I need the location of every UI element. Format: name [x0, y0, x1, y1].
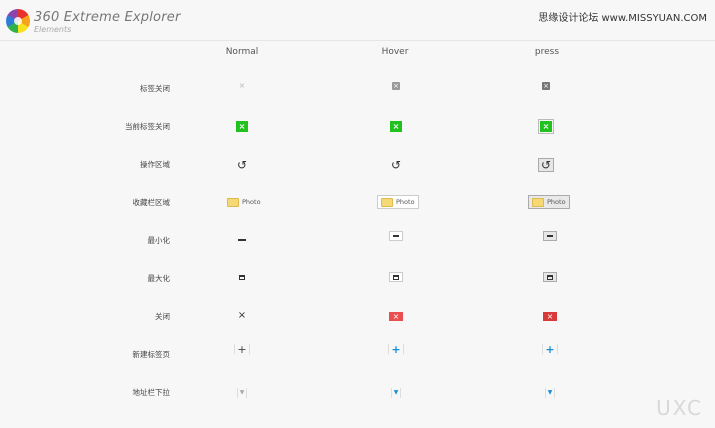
operation-hover[interactable]: ↺	[384, 156, 408, 174]
tab-close-press[interactable]: ×	[534, 77, 558, 95]
close-icon: ×	[390, 120, 402, 132]
minimize-icon	[389, 231, 403, 241]
favorite-item-normal[interactable]: Photo	[224, 196, 264, 208]
row-label-current-tab-close: 当前标签关闭	[125, 122, 170, 131]
folder-icon	[227, 197, 239, 207]
row-label-maximize: 最大化	[147, 274, 171, 283]
maximize-icon	[389, 272, 403, 282]
plus-icon: +	[391, 342, 401, 356]
header: 360 Extreme Explorer Elements 思缘设计论坛 www…	[0, 0, 715, 40]
maximize-press[interactable]	[538, 268, 562, 286]
address-dropdown-hover[interactable]: ▼	[384, 384, 408, 402]
address-dropdown-press[interactable]: ▼	[538, 384, 562, 402]
plus-icon: +	[545, 342, 555, 356]
undo-icon: ↺	[537, 158, 555, 172]
current-tab-close-press[interactable]: ×	[534, 117, 558, 135]
folder-icon	[532, 197, 544, 207]
row-label-close: 关闭	[155, 312, 170, 321]
close-icon: ×	[543, 311, 557, 321]
column-header-hover: Hover	[381, 47, 409, 57]
app-subtitle: Elements	[34, 25, 72, 34]
minimize-normal[interactable]	[230, 231, 254, 249]
tab-close-normal[interactable]: ×	[230, 77, 254, 95]
maximize-normal[interactable]	[230, 268, 254, 286]
row-label-favorites-area: 收藏栏区域	[132, 198, 171, 207]
current-tab-close-normal[interactable]: ×	[230, 117, 254, 135]
maximize-hover[interactable]	[384, 268, 408, 286]
chevron-down-icon: ▼	[547, 389, 553, 396]
maximize-icon	[543, 272, 557, 282]
folder-icon	[381, 197, 393, 207]
operation-normal[interactable]: ↺	[230, 156, 254, 174]
close-icon: ×	[392, 82, 400, 90]
address-dropdown-normal[interactable]: ▼	[230, 384, 254, 402]
maximize-icon	[239, 274, 245, 280]
row-label-operation-area: 操作区域	[140, 160, 170, 169]
favorite-label: Photo	[547, 198, 566, 206]
close-press[interactable]: ×	[538, 307, 562, 325]
new-tab-press[interactable]: +	[538, 340, 562, 358]
divider	[0, 40, 715, 41]
new-tab-hover[interactable]: +	[384, 340, 408, 358]
360-logo-icon	[6, 9, 30, 33]
close-icon: ×	[237, 310, 247, 321]
row-label-new-tab: 新建标签页	[132, 350, 171, 359]
close-icon: ×	[236, 120, 248, 132]
close-icon: ×	[538, 118, 554, 134]
close-normal[interactable]: ×	[230, 307, 254, 325]
watermark: UXC	[656, 396, 703, 420]
chevron-down-icon: ▼	[393, 389, 399, 396]
minimize-press[interactable]	[538, 227, 562, 245]
site-credit: 思缘设计论坛 www.MISSYUAN.COM	[538, 13, 707, 24]
undo-icon: ↺	[390, 158, 402, 172]
minimize-icon	[238, 239, 246, 241]
close-icon: ×	[238, 81, 246, 90]
column-header-press: press	[534, 47, 560, 57]
row-label-tab-close: 标签关闭	[140, 84, 170, 93]
favorite-label: Photo	[242, 198, 261, 206]
operation-press[interactable]: ↺	[534, 156, 558, 174]
minimize-hover[interactable]	[384, 227, 408, 245]
tab-close-hover[interactable]: ×	[384, 77, 408, 95]
column-header-normal: Normal	[225, 47, 259, 57]
current-tab-close-hover[interactable]: ×	[384, 117, 408, 135]
undo-icon: ↺	[236, 158, 248, 172]
close-icon: ×	[389, 311, 403, 321]
minimize-icon	[543, 231, 557, 241]
chevron-down-icon: ▼	[239, 389, 245, 396]
row-label-minimize: 最小化	[147, 236, 171, 245]
favorite-label: Photo	[396, 198, 415, 206]
close-hover[interactable]: ×	[384, 307, 408, 325]
favorite-item-hover[interactable]: Photo	[377, 195, 419, 209]
app-title: 360 Extreme Explorer	[34, 10, 181, 25]
new-tab-normal[interactable]: +	[230, 340, 254, 358]
favorite-item-press[interactable]: Photo	[528, 195, 570, 209]
plus-icon: +	[237, 342, 247, 356]
close-icon: ×	[542, 82, 550, 90]
row-label-address-dropdown: 地址栏下拉	[132, 388, 171, 397]
